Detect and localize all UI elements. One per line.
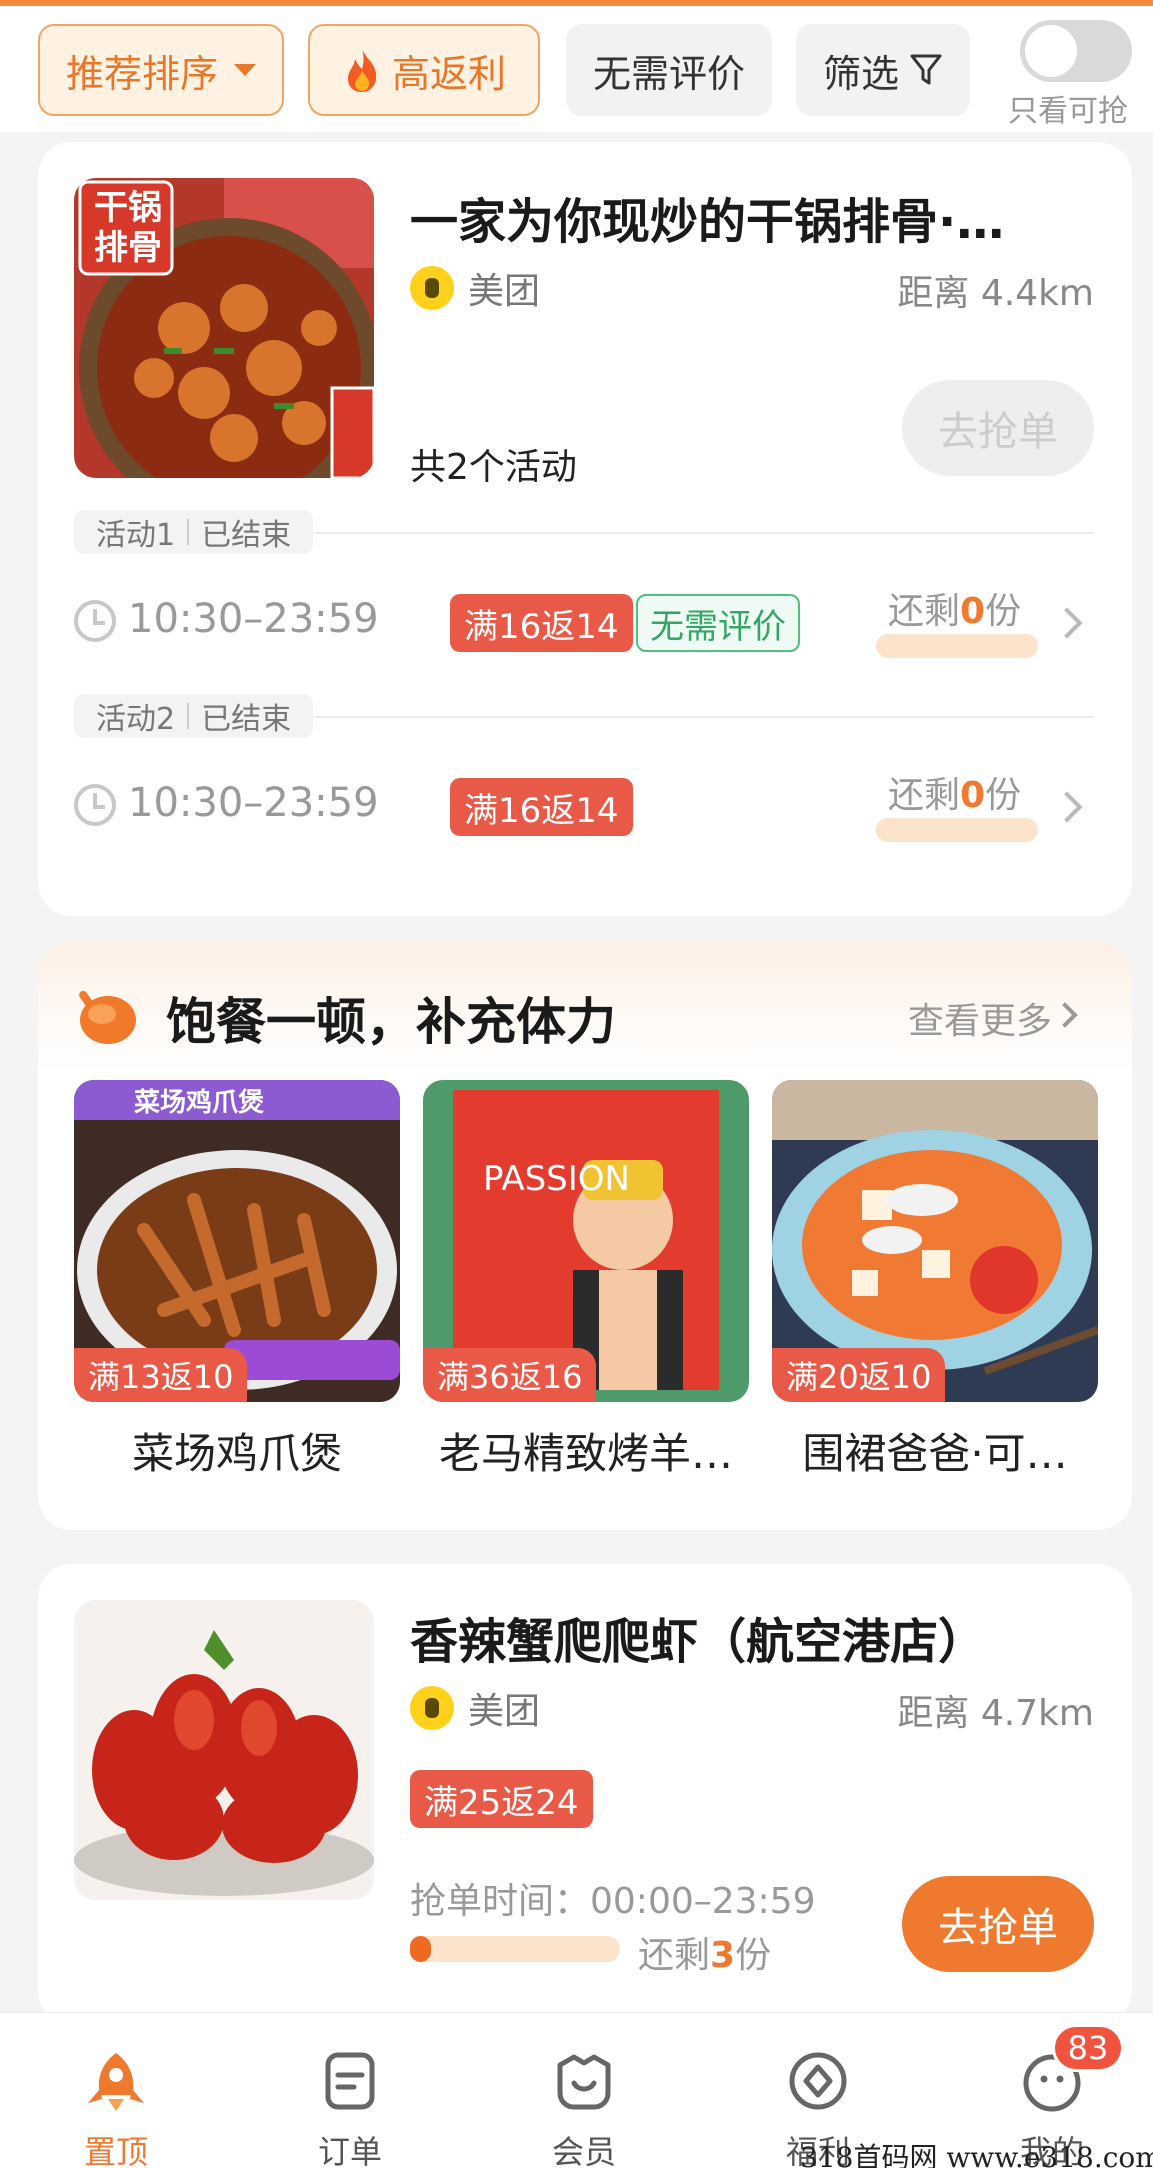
- platform-label: 美团: [468, 1691, 541, 1732]
- grab-time: 抢单时间：00:00–23:59: [410, 1881, 816, 1922]
- rebate-badge: 满20返10: [772, 1348, 946, 1402]
- platform-meituan: 美团: [410, 262, 540, 314]
- rebate-tag: 满25返24: [410, 1770, 593, 1828]
- image-caption: 菜场鸡爪煲: [134, 1088, 265, 1118]
- activity-1-header: 活动1 已结束: [74, 510, 1094, 554]
- distance-label: 距离 4.4km: [897, 273, 1094, 314]
- watermark-text: 318首码网 www.e318.com: [800, 2141, 1153, 2168]
- rebate-badge: 满13返10: [74, 1348, 248, 1402]
- item-name: 老马精致烤羊…: [438, 1429, 733, 1478]
- tab-label: 订单: [317, 2133, 382, 2168]
- tab-top[interactable]: 置顶: [36, 2027, 196, 2168]
- rebate-badge: 满36返16: [423, 1348, 597, 1402]
- rocket-icon: [88, 2053, 144, 2111]
- activity-time: 10:30–23:59: [128, 596, 379, 642]
- grab-order-button-disabled[interactable]: 去抢单: [902, 380, 1094, 476]
- meituan-logo-icon: [410, 1686, 454, 1730]
- store-card-1[interactable]: 干锅 排骨 一家为你现炒的干锅排骨·… 美团 距离 4.4km 去抢单 共2个活…: [38, 142, 1132, 916]
- distance-label: 距离 4.7km: [897, 1693, 1094, 1734]
- funnel-icon: [910, 54, 942, 85]
- store-name: 一家为你现炒的干锅排骨·…: [410, 194, 1005, 250]
- filter-bar: 推荐排序 高返利 无需评价 筛选 只看可抢: [0, 6, 1153, 132]
- remain-progress-bar: [410, 1936, 620, 1962]
- tab-member[interactable]: 会员: [504, 2027, 664, 2168]
- member-icon: [557, 2054, 611, 2110]
- activity-2-header: 活动2 已结束: [74, 694, 1094, 738]
- tab-label: 置顶: [83, 2133, 148, 2168]
- rebate-tag: 满16返14: [450, 778, 633, 836]
- grab-order-button[interactable]: 去抢单: [902, 1876, 1094, 1972]
- meituan-logo-icon: [410, 266, 454, 310]
- no-review-tag: 无需评价: [636, 594, 800, 652]
- recommend-section: 饱餐一顿，补充体力 查看更多 菜场鸡爪煲 满13返10 菜场鸡爪煲 PASSIO…: [38, 942, 1132, 1530]
- remain-progress-bar: [876, 634, 1038, 658]
- store-name: 香辣蟹爬爬虾（航空港店）: [410, 1614, 987, 1670]
- item-name: 菜场鸡爪煲: [131, 1429, 342, 1478]
- activity-name: 活动2: [96, 702, 176, 737]
- clock-icon: [74, 600, 116, 642]
- activity-name: 活动1: [96, 518, 176, 553]
- order-icon: [325, 2052, 375, 2110]
- section-title: 饱餐一顿，补充体力: [166, 993, 616, 1051]
- image-tag-text: 干锅 排骨: [94, 188, 162, 268]
- activity-2-row[interactable]: 10:30–23:59 满16返14 还剩0份: [74, 766, 1114, 846]
- remain-text: 还剩0份: [888, 775, 1022, 816]
- store-card-2[interactable]: 香辣蟹爬爬虾（航空港店） 美团 距离 4.7km 满25返24 抢单时间：00:…: [38, 1564, 1132, 2024]
- sort-label: 推荐排序: [65, 51, 218, 96]
- toggle-knob: [1025, 25, 1077, 77]
- store-image-ganguo: 干锅 排骨: [74, 178, 374, 478]
- remain-progress-fill: [410, 1936, 431, 1962]
- notification-badge: 83: [1052, 2024, 1124, 2072]
- filter-label: 筛选: [822, 51, 899, 96]
- chevron-right-icon[interactable]: [1051, 607, 1083, 639]
- no-review-chip[interactable]: 无需评价: [566, 24, 772, 116]
- store-image-crayfish: [74, 1600, 374, 1900]
- drumstick-icon: [79, 990, 136, 1044]
- fire-icon: [347, 49, 377, 92]
- benefit-icon: [789, 2052, 847, 2110]
- chevron-right-icon[interactable]: [1051, 791, 1083, 823]
- tab-orders[interactable]: 订单: [270, 2027, 430, 2168]
- only-grab-toggle[interactable]: [1020, 20, 1132, 82]
- only-grab-label: 只看可抢: [1008, 94, 1128, 129]
- clock-icon: [74, 784, 116, 826]
- platform-label: 美团: [468, 271, 541, 312]
- caret-down-icon: [234, 64, 256, 76]
- filter-button[interactable]: 筛选: [796, 24, 970, 116]
- remain-text: 还剩0份: [888, 591, 1022, 632]
- high-rebate-label: 高返利: [391, 51, 506, 96]
- activity-time: 10:30–23:59: [128, 780, 379, 826]
- remain-text: 还剩3份: [638, 1935, 772, 1976]
- activity-status: 已结束: [201, 702, 292, 737]
- activity-status: 已结束: [201, 518, 292, 553]
- chevron-right-icon[interactable]: [1052, 1002, 1078, 1028]
- no-review-label: 无需评价: [592, 51, 745, 96]
- activity-1-row[interactable]: 10:30–23:59 满16返14 无需评价 还剩0份: [74, 582, 1114, 662]
- item-name: 围裙爸爸·可…: [802, 1429, 1068, 1478]
- remain-progress-bar: [876, 818, 1038, 842]
- rebate-tag: 满16返14: [450, 594, 633, 652]
- tab-label: 会员: [551, 2133, 616, 2168]
- high-rebate-chip[interactable]: 高返利: [308, 24, 540, 116]
- platform-meituan: 美团: [410, 1682, 540, 1734]
- activity-count: 共2个活动: [410, 447, 577, 488]
- sort-dropdown[interactable]: 推荐排序: [38, 24, 284, 116]
- see-more-link[interactable]: 查看更多: [908, 992, 1052, 1044]
- svg-text:PASSION: PASSION: [483, 1159, 630, 1199]
